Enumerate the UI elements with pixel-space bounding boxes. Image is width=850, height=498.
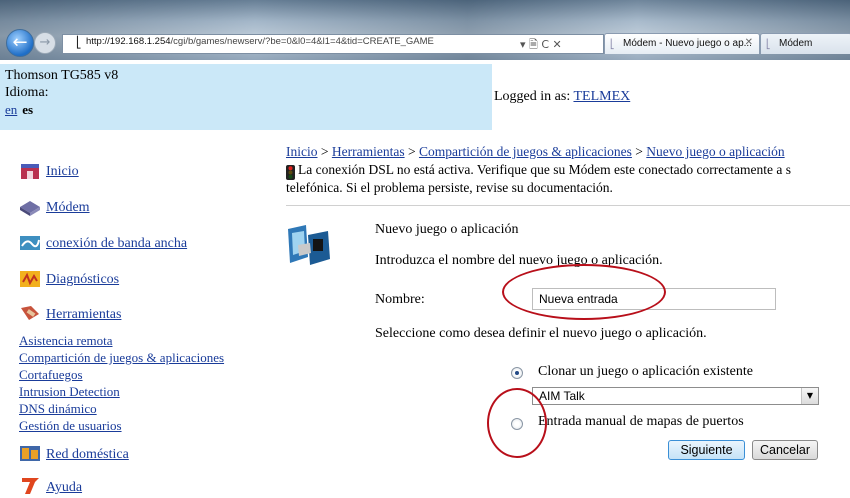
game-select-value: AIM Talk bbox=[539, 389, 585, 403]
breadcrumb-tools[interactable]: Herramientas bbox=[332, 144, 405, 159]
sidebar-subitem[interactable]: DNS dinámico bbox=[19, 401, 97, 417]
home-icon bbox=[21, 164, 39, 179]
tab-label: Módem bbox=[779, 38, 813, 49]
logged-in-status: Logged in as: TELMEX bbox=[494, 89, 630, 105]
sidebar-subitem[interactable]: Compartición de juegos & aplicaciones bbox=[19, 350, 224, 366]
game-select[interactable]: AIM Talk ▼ bbox=[532, 387, 819, 405]
language-switcher: en es bbox=[5, 102, 33, 118]
sidebar-item-diagnostics[interactable]: Diagnósticos bbox=[46, 272, 119, 288]
address-url: http://192.168.1.254/cgi/b/games/newserv… bbox=[86, 36, 434, 47]
breadcrumb-current[interactable]: Nuevo juego o aplicación bbox=[646, 144, 784, 159]
broadband-icon bbox=[20, 236, 40, 250]
breadcrumb-separator: > bbox=[320, 144, 329, 159]
breadcrumb-separator: > bbox=[635, 144, 643, 159]
back-button[interactable]: ← bbox=[6, 29, 34, 57]
define-text: Seleccione como desea definir el nuevo j… bbox=[375, 326, 707, 341]
breadcrumb-inicio[interactable]: Inicio bbox=[286, 144, 318, 159]
annotation-circle bbox=[502, 264, 666, 320]
sidebar-item-help[interactable]: Ayuda bbox=[46, 480, 82, 496]
lang-en-link[interactable]: en bbox=[5, 102, 17, 117]
modem-icon bbox=[20, 201, 40, 216]
sidebar-item-home-network[interactable]: Red doméstica bbox=[46, 447, 129, 463]
next-button[interactable]: Siguiente bbox=[668, 440, 745, 460]
tab-favicon-icon: ⎣ bbox=[610, 39, 615, 49]
annotation-circle bbox=[487, 388, 547, 458]
device-name: Thomson TG585 v8 bbox=[5, 68, 119, 83]
traffic-light-icon bbox=[286, 165, 295, 180]
breadcrumb: Inicio > Herramientas > Compartición de … bbox=[286, 144, 785, 160]
chevron-down-icon[interactable]: ▼ bbox=[801, 388, 818, 404]
help-icon bbox=[22, 478, 39, 494]
sidebar-item-tools[interactable]: Herramientas bbox=[46, 307, 121, 323]
sidebar-subitem[interactable]: Gestión de usuarios bbox=[19, 418, 122, 434]
tab-inactive[interactable]: ⎣ Módem bbox=[760, 33, 850, 54]
form-title: Nuevo juego o aplicación bbox=[375, 222, 519, 237]
sidebar-item-inicio[interactable]: Inicio bbox=[46, 164, 79, 180]
divider bbox=[286, 205, 850, 206]
tab-active[interactable]: ⎣ Módem - Nuevo juego o ap... ✕ bbox=[604, 33, 760, 54]
sidebar-item-modem[interactable]: Módem bbox=[46, 200, 90, 216]
tab-close-icon[interactable]: ✕ bbox=[745, 37, 753, 48]
tab-label: Módem - Nuevo juego o ap... bbox=[623, 38, 752, 49]
clone-option-label: Clonar un juego o aplicación existente bbox=[538, 364, 753, 379]
address-tools-icon[interactable]: ▾ 🗎 C ✕ bbox=[520, 36, 562, 55]
page-icon: ⎣ bbox=[76, 37, 82, 49]
warning-line-2: telefónica. Si el problema persiste, rev… bbox=[286, 180, 613, 195]
tools-icon bbox=[21, 306, 39, 320]
user-link[interactable]: TELMEX bbox=[573, 89, 630, 104]
name-label: Nombre: bbox=[375, 292, 425, 307]
home-network-icon bbox=[20, 446, 40, 461]
sidebar-subitem[interactable]: Asistencia remota bbox=[19, 333, 113, 349]
forward-button[interactable]: → bbox=[34, 32, 56, 54]
breadcrumb-separator: > bbox=[407, 144, 416, 159]
sidebar-item-broadband[interactable]: conexión de banda ancha bbox=[46, 236, 187, 252]
game-app-icon bbox=[288, 225, 330, 265]
warning-line-1: La conexión DSL no está activa. Verifiqu… bbox=[298, 162, 791, 177]
logged-in-label: Logged in as: bbox=[494, 89, 571, 104]
sidebar-subitem[interactable]: Cortafuegos bbox=[19, 367, 83, 383]
language-label: Idioma: bbox=[5, 85, 49, 100]
radio-selected-dot bbox=[515, 371, 519, 375]
breadcrumb-games[interactable]: Compartición de juegos & aplicaciones bbox=[419, 144, 632, 159]
lang-es-current: es bbox=[22, 102, 34, 117]
manual-option-label: Entrada manual de mapas de puertos bbox=[538, 414, 744, 429]
diagnostics-icon bbox=[20, 271, 40, 287]
clone-radio[interactable] bbox=[511, 367, 523, 379]
tab-favicon-icon: ⎣ bbox=[766, 39, 771, 49]
cancel-button[interactable]: Cancelar bbox=[752, 440, 818, 460]
sidebar-subitem[interactable]: Intrusion Detection bbox=[19, 384, 120, 400]
